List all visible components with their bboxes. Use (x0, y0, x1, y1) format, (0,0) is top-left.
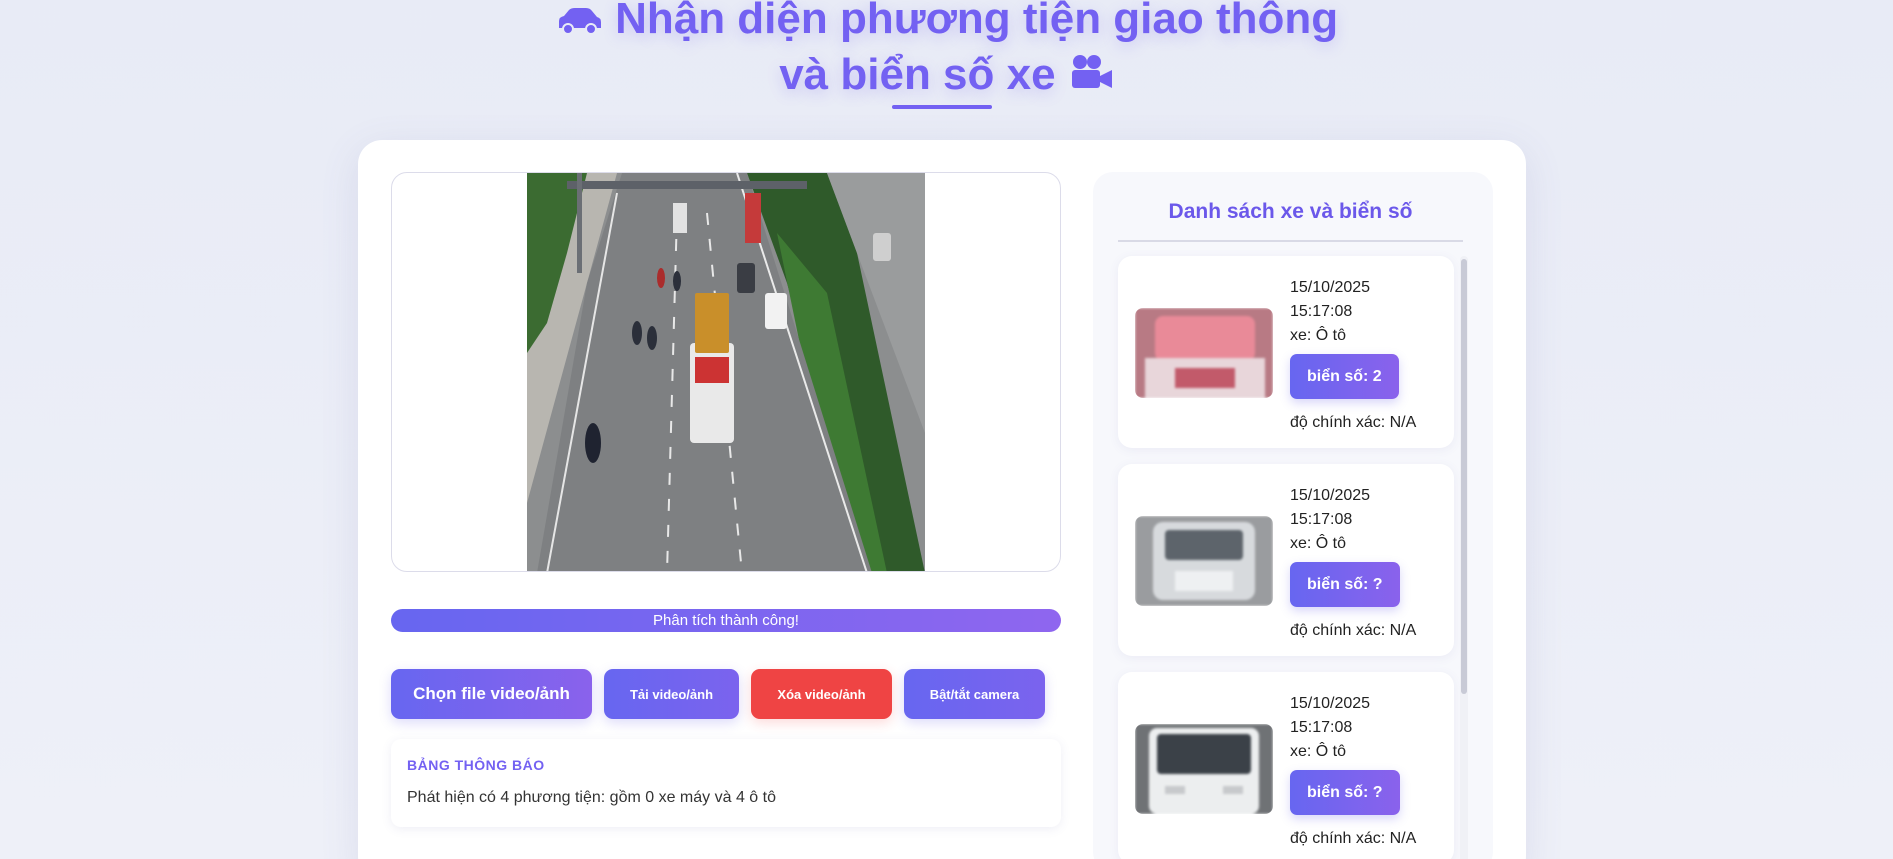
entry-date: 15/10/2025 (1290, 695, 1371, 712)
toggle-camera-button[interactable]: Bật/tắt camera (904, 669, 1045, 719)
entry-accuracy: độ chính xác: N/A (1290, 622, 1417, 639)
entry-vehicle-type: xe: Ô tô (1290, 535, 1347, 552)
page-title: Nhận diện phương tiện giao thông và biển… (0, 0, 1893, 104)
list-item[interactable]: 15/10/2025 15:17:08 xe: Ô tô biển số: ? … (1118, 672, 1454, 859)
notice-board: BẢNG THÔNG BÁO Phát hiện có 4 phương tiệ… (391, 739, 1061, 827)
delete-media-button[interactable]: Xóa video/ảnh (751, 669, 892, 719)
entry-info: 15/10/2025 15:17:08 xe: Ô tô biển số: ? … (1290, 692, 1416, 851)
entry-time: 15:17:08 (1290, 303, 1353, 320)
entry-date: 15/10/2025 (1290, 487, 1371, 504)
vehicle-list-title: Danh sách xe và biển số (1168, 200, 1413, 223)
notice-text: Phát hiện có 4 phương tiện: gồm 0 xe máy… (407, 789, 776, 806)
title-line-1: Nhận diện phương tiện giao thông (615, 0, 1339, 43)
vehicle-thumbnail (1135, 308, 1273, 398)
analysis-status-bar: Phân tích thành công! (391, 609, 1061, 632)
divider (1118, 240, 1463, 242)
entry-time: 15:17:08 (1290, 511, 1353, 528)
upload-media-button[interactable]: Tải video/ảnh (604, 669, 739, 719)
entry-accuracy: độ chính xác: N/A (1290, 414, 1417, 431)
choose-file-button[interactable]: Chọn file video/ảnh (391, 669, 592, 719)
entry-date: 15/10/2025 (1290, 279, 1371, 296)
entry-accuracy: độ chính xác: N/A (1290, 830, 1417, 847)
entry-vehicle-type: xe: Ô tô (1290, 743, 1347, 760)
vehicle-list-panel: Danh sách xe và biển số 15/10/2025 15:17… (1093, 172, 1493, 859)
title-line-2: và biển số xe (779, 49, 1056, 99)
entry-info: 15/10/2025 15:17:08 xe: Ô tô biển số: ? … (1290, 484, 1416, 643)
entry-info: 15/10/2025 15:17:08 xe: Ô tô biển số: 2 … (1290, 276, 1416, 435)
video-camera-icon (1068, 51, 1114, 104)
car-icon (555, 0, 603, 48)
vehicle-thumbnail (1135, 724, 1273, 814)
title-underline (892, 105, 992, 109)
list-item[interactable]: 15/10/2025 15:17:08 xe: Ô tô biển số: ? … (1118, 464, 1454, 656)
entry-time: 15:17:08 (1290, 719, 1353, 736)
entry-vehicle-type: xe: Ô tô (1290, 327, 1347, 344)
scrollbar-thumb[interactable] (1461, 259, 1467, 694)
vehicle-thumbnail (1135, 516, 1273, 606)
media-viewer (391, 172, 1061, 572)
plate-button[interactable]: biển số: 2 (1290, 354, 1399, 399)
list-item[interactable]: 15/10/2025 15:17:08 xe: Ô tô biển số: 2 … (1118, 256, 1454, 448)
traffic-frame-image (527, 173, 925, 571)
plate-button[interactable]: biển số: ? (1290, 562, 1400, 607)
notice-title: BẢNG THÔNG BÁO (407, 757, 545, 773)
plate-button[interactable]: biển số: ? (1290, 770, 1400, 815)
